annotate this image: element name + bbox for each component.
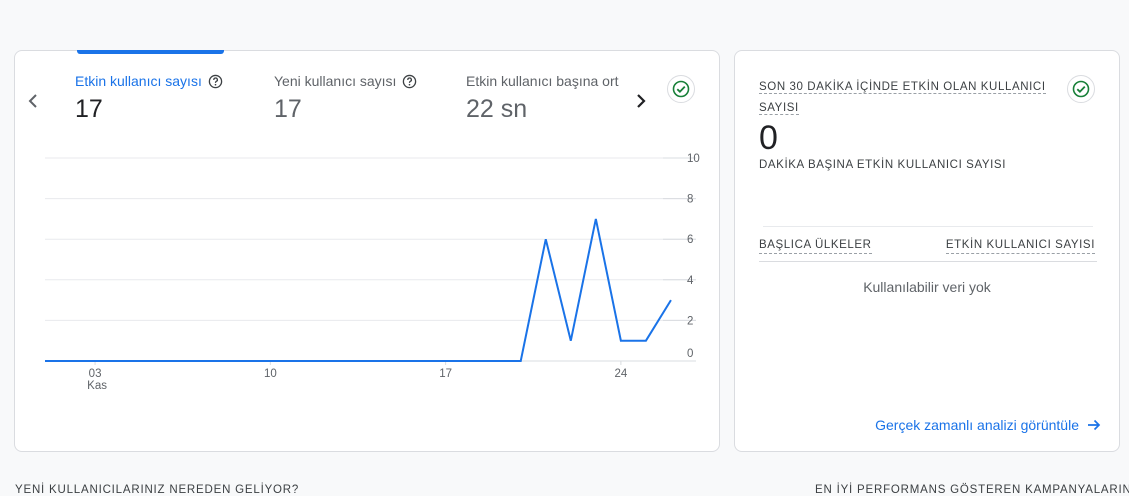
metric-avg-engagement[interactable]: Etkin kullanıcı başına ort 22 sn bbox=[466, 73, 626, 124]
series-line bbox=[45, 218, 672, 362]
help-icon[interactable] bbox=[208, 74, 223, 89]
metric-value: 17 bbox=[75, 95, 103, 123]
metric-label: Etkin kullanıcı sayısı bbox=[75, 73, 202, 89]
metric-label: Yeni kullanıcı sayısı bbox=[274, 73, 397, 89]
realtime-title: SON 30 DAKİKA İÇİNDE ETKİN OLAN KULLANIC… bbox=[759, 81, 1046, 115]
link-label: Gerçek zamanlı analizi görüntüle bbox=[875, 417, 1079, 433]
divider bbox=[763, 226, 1093, 227]
empty-state-text: Kullanılabilir veri yok bbox=[863, 279, 991, 295]
column-header-active-users[interactable]: ETKİN KULLANICI SAYISI bbox=[945, 239, 1095, 254]
y-tick-label: 8 bbox=[687, 194, 693, 206]
check-status-icon[interactable] bbox=[1067, 75, 1095, 103]
column-header-countries[interactable]: BAŞLICA ÜLKELER bbox=[759, 239, 872, 254]
x-tick-label: 03 bbox=[89, 368, 102, 380]
x-tick-label: 10 bbox=[264, 368, 277, 380]
divider bbox=[759, 261, 1097, 262]
metric-new-users[interactable]: Yeni kullanıcı sayısı 17 bbox=[274, 73, 417, 124]
active-users-chart: 024681003Kas10 17 24 bbox=[45, 153, 700, 392]
help-icon[interactable] bbox=[402, 74, 417, 89]
metric-value: 22 sn bbox=[466, 95, 528, 123]
section-heading-new-users-source: YENİ KULLANICILARINIZ NEREDEN GELİYOR? bbox=[15, 484, 300, 496]
x-tick-sublabel: Kas bbox=[87, 380, 107, 392]
y-tick-label: 0 bbox=[687, 348, 693, 360]
chevron-left-icon[interactable] bbox=[23, 89, 43, 113]
arrow-right-icon bbox=[1088, 419, 1101, 431]
y-tick-label: 6 bbox=[687, 234, 693, 246]
view-realtime-link[interactable]: Gerçek zamanlı analizi görüntüle bbox=[875, 417, 1101, 433]
y-tick-label: 2 bbox=[687, 315, 693, 327]
section-heading-top-campaigns: EN İYİ PERFORMANS GÖSTEREN KAMPANYALARIN… bbox=[815, 484, 1129, 496]
chevron-right-icon[interactable] bbox=[631, 89, 651, 113]
check-status-icon[interactable] bbox=[667, 75, 695, 103]
overview-card: Etkin kullanıcı sayısı 17 Yeni kullanıcı… bbox=[14, 50, 720, 452]
metric-value: 17 bbox=[274, 95, 302, 123]
realtime-value: 0 bbox=[759, 119, 778, 157]
realtime-card: SON 30 DAKİKA İÇİNDE ETKİN OLAN KULLANIC… bbox=[734, 50, 1120, 452]
metric-label: Etkin kullanıcı başına ort bbox=[466, 73, 619, 89]
realtime-subtitle: DAKİKA BAŞINA ETKİN KULLANICI SAYISI bbox=[759, 159, 1006, 171]
metric-active-users[interactable]: Etkin kullanıcı sayısı 17 bbox=[75, 73, 223, 124]
active-tab-indicator bbox=[77, 50, 224, 54]
x-tick-label: 24 bbox=[614, 368, 627, 380]
y-tick-label: 10 bbox=[687, 153, 700, 165]
x-tick-label: 17 bbox=[439, 368, 452, 380]
y-tick-label: 4 bbox=[687, 275, 694, 287]
